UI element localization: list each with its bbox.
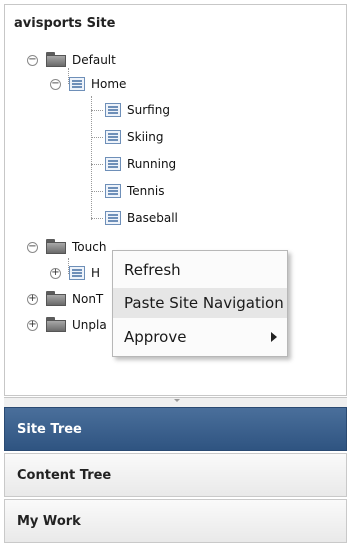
page-icon <box>69 266 85 280</box>
menu-item-approve[interactable]: Approve <box>113 322 287 352</box>
accordion-label: Site Tree <box>17 421 82 437</box>
tree-node-running[interactable]: Running <box>105 154 176 174</box>
page-icon <box>105 211 121 225</box>
folder-icon <box>46 239 66 255</box>
tree-node-tennis[interactable]: Tennis <box>105 181 164 201</box>
tree-node-label[interactable]: Default <box>72 53 116 67</box>
tree-node-nont[interactable]: + NonT <box>27 289 103 309</box>
tree-connector <box>91 218 103 219</box>
tree-node-unpla[interactable]: + Unpla <box>27 315 107 335</box>
page-icon <box>105 130 121 144</box>
page-icon <box>105 157 121 171</box>
tree-node-skiing[interactable]: Skiing <box>105 127 163 147</box>
accordion-site-tree[interactable]: Site Tree <box>4 407 347 451</box>
menu-item-label: Refresh <box>124 261 181 279</box>
site-title: avisports Site <box>14 16 116 31</box>
tree-node-surfing[interactable]: Surfing <box>105 100 170 120</box>
tree-node-label[interactable]: H <box>91 266 100 280</box>
tree-connector <box>91 110 103 111</box>
tree-node-touch[interactable]: − Touch <box>27 237 106 257</box>
expand-toggle-icon[interactable]: + <box>27 319 38 331</box>
collapse-toggle-icon[interactable]: − <box>27 241 38 253</box>
tree-node-touch-home[interactable]: + H <box>50 263 100 283</box>
menu-item-refresh[interactable]: Refresh <box>113 255 287 285</box>
accordion-my-work[interactable]: My Work <box>4 499 347 543</box>
page-icon <box>69 77 85 91</box>
folder-icon <box>46 317 66 333</box>
collapse-toggle-icon[interactable]: − <box>50 78 61 90</box>
splitter-grip-icon[interactable] <box>174 399 180 402</box>
tree-connector <box>91 191 103 192</box>
tree-node-label[interactable]: NonT <box>72 292 103 306</box>
tree-connector <box>91 96 92 220</box>
folder-icon <box>46 52 66 68</box>
page-icon <box>105 103 121 117</box>
tree-node-label[interactable]: Tennis <box>127 184 164 198</box>
tree-node-label[interactable]: Surfing <box>127 103 170 117</box>
page-icon <box>105 184 121 198</box>
tree-node-label[interactable]: Running <box>127 157 176 171</box>
tree-node-label[interactable]: Skiing <box>127 130 163 144</box>
tree-connector <box>91 137 103 138</box>
submenu-arrow-icon <box>271 332 277 342</box>
tree-node-label[interactable]: Home <box>91 77 126 91</box>
tree-node-label[interactable]: Unpla <box>72 318 107 332</box>
accordion-label: Content Tree <box>17 467 112 483</box>
tree-node-default[interactable]: − Default <box>27 50 116 70</box>
tree-node-baseball[interactable]: Baseball <box>105 208 178 228</box>
context-menu: Refresh Paste Site Navigation Approve <box>112 250 288 357</box>
expand-toggle-icon[interactable]: + <box>50 267 61 279</box>
menu-item-label: Approve <box>124 328 187 346</box>
folder-icon <box>46 291 66 307</box>
expand-toggle-icon[interactable]: + <box>27 293 38 305</box>
collapse-toggle-icon[interactable]: − <box>27 54 38 66</box>
menu-item-label: Paste Site Navigation <box>124 294 284 312</box>
accordion-content-tree[interactable]: Content Tree <box>4 453 347 497</box>
tree-connector <box>91 164 103 165</box>
tree-node-label[interactable]: Baseball <box>127 211 178 225</box>
tree-node-label[interactable]: Touch <box>72 240 106 254</box>
panel-splitter[interactable] <box>4 397 347 407</box>
menu-item-paste-site-navigation[interactable]: Paste Site Navigation <box>113 288 287 318</box>
accordion-label: My Work <box>17 513 81 529</box>
tree-node-home[interactable]: − Home <box>50 74 126 94</box>
